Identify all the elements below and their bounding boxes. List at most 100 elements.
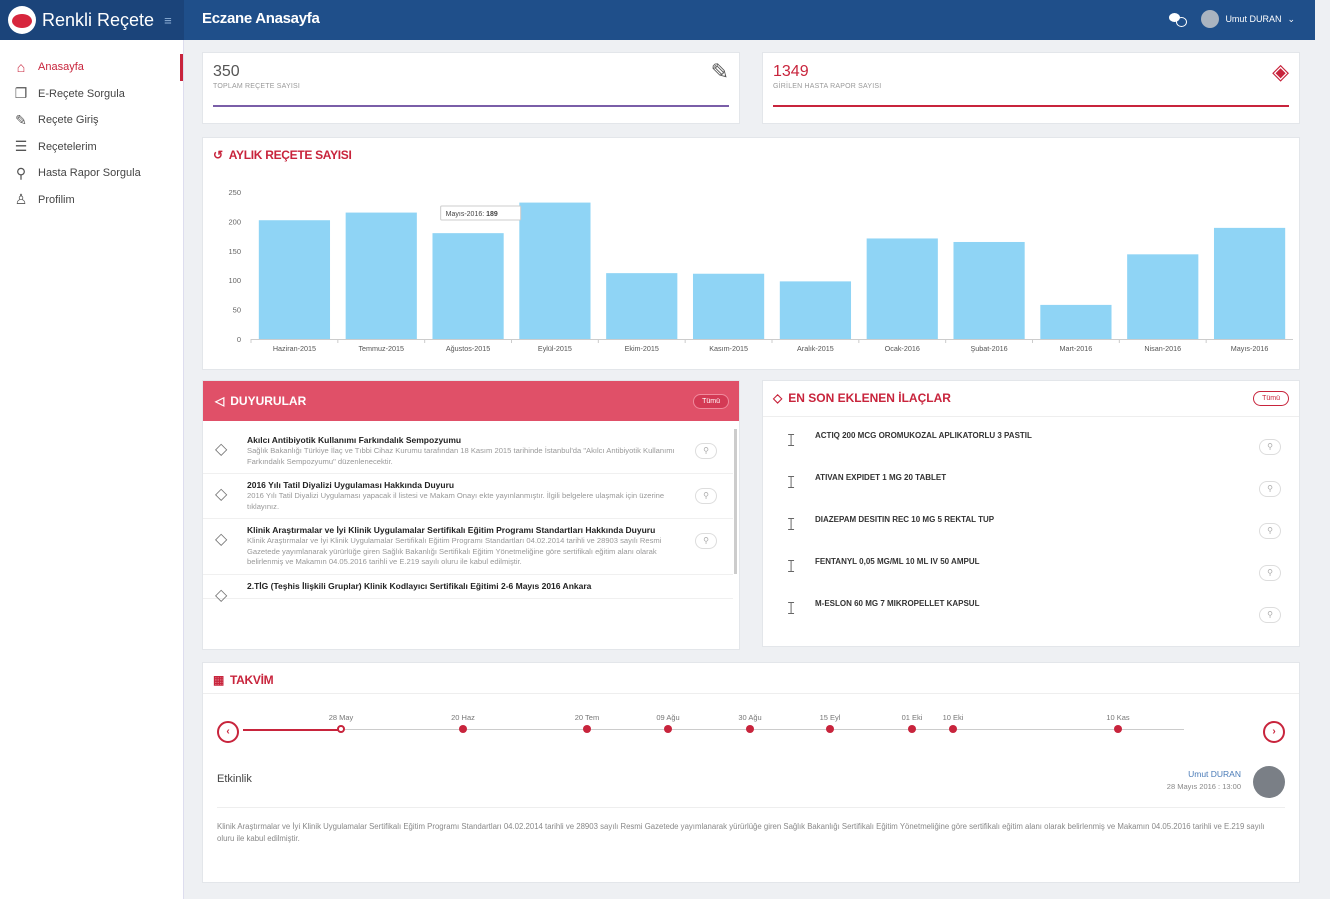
avatar xyxy=(1253,766,1285,798)
search-icon[interactable]: ⚲ xyxy=(1259,565,1281,581)
flask-icon: ꕯ xyxy=(787,517,796,534)
x-tick-label: Aralık-2015 xyxy=(797,344,834,353)
bar xyxy=(258,220,331,339)
timeline-point[interactable] xyxy=(826,725,834,733)
user-menu[interactable]: Umut DURAN ⌄ xyxy=(1201,10,1295,28)
sidebar-item-recetelerim[interactable]: ☰ Reçetelerim xyxy=(0,134,183,161)
list-item[interactable]: ꕯ ATIVAN EXPIDET 1 MG 20 TABLET ⚲ xyxy=(763,459,1299,501)
app-name: Renkli Reçete xyxy=(42,9,155,30)
search-icon[interactable]: ⚲ xyxy=(1259,481,1281,497)
bar xyxy=(345,212,417,339)
timeline-point[interactable] xyxy=(949,725,957,733)
timeline-point[interactable] xyxy=(664,725,672,733)
timeline-progress xyxy=(243,729,341,731)
list-item[interactable]: ꕯ M-ESLON 60 MG 7 MIKROPELLET KAPSUL ⚲ xyxy=(763,585,1299,627)
sidebar-item-profilim[interactable]: ♙ Profilim xyxy=(0,187,183,214)
stat-bar xyxy=(773,105,1289,107)
search-icon[interactable]: ⚲ xyxy=(695,533,717,549)
tag-icon: ◇ xyxy=(215,531,228,548)
duyurular-all-button[interactable]: Tümü xyxy=(693,394,729,409)
search-icon[interactable]: ⚲ xyxy=(1259,523,1281,539)
list-item[interactable]: ◇ 2.TİG (Teşhis İlişkili Gruplar) Klinik… xyxy=(203,575,733,604)
sidebar-item-recete-giris[interactable]: ✎ Reçete Giriş xyxy=(0,107,183,134)
bar xyxy=(1213,227,1286,339)
tag-icon: ◇ xyxy=(773,391,783,405)
list-item[interactable]: ◇ 2016 Yılı Tatil Diyalizi Uygulaması Ha… xyxy=(203,474,733,519)
timeline-next-button[interactable]: › xyxy=(1263,721,1285,743)
bar xyxy=(1127,254,1199,339)
sidebar-item-label: Reçete Giriş xyxy=(38,114,99,127)
scrollbar[interactable] xyxy=(734,429,737,574)
ilac-name: ATIVAN EXPIDET 1 MG 20 TABLET xyxy=(815,473,947,482)
x-tick-label: Haziran-2015 xyxy=(273,344,316,353)
bar xyxy=(519,202,591,339)
event-author[interactable]: Umut DURAN xyxy=(1188,769,1241,779)
bar xyxy=(866,238,938,339)
y-tick-label: 0 xyxy=(237,335,241,344)
search-icon[interactable]: ⚲ xyxy=(1259,439,1281,455)
timeline-prev-button[interactable]: ‹ xyxy=(217,721,239,743)
ilac-list: ꕯ ACTIQ 200 MCG OROMUKOZAL APLIKATORLU 3… xyxy=(763,416,1299,627)
duyurular-header: ◁ DUYURULAR Tümü xyxy=(203,381,739,421)
page-title: Eczane Anasayfa xyxy=(202,10,320,27)
list-item[interactable]: ◇ Akılcı Antibiyotik Kullanımı Farkındal… xyxy=(203,429,733,474)
timeline-point[interactable] xyxy=(337,725,345,733)
sidebar-item-hasta-rapor-sorgula[interactable]: ⚲ Hasta Rapor Sorgula xyxy=(0,160,183,187)
sidebar-item-label: Hasta Rapor Sorgula xyxy=(38,167,141,180)
ilac-name: ACTIQ 200 MCG OROMUKOZAL APLIKATORLU 3 P… xyxy=(815,431,1032,440)
ilac-name: FENTANYL 0,05 MG/ML 10 ML IV 50 AMPUL xyxy=(815,557,980,566)
duyurular-title: DUYURULAR xyxy=(230,394,307,408)
timeline-point[interactable] xyxy=(1114,725,1122,733)
duyuru-head: 2016 Yılı Tatil Diyalizi Uygulaması Hakk… xyxy=(247,480,455,490)
ilaclar-all-button[interactable]: Tümü xyxy=(1253,391,1289,406)
timeline-point[interactable] xyxy=(459,725,467,733)
timeline-point[interactable] xyxy=(908,725,916,733)
list-item[interactable]: ꕯ DIAZEPAM DESITIN REC 10 MG 5 REKTAL TU… xyxy=(763,501,1299,543)
x-tick-label: Kasım-2015 xyxy=(709,344,748,353)
search-icon: ⚲ xyxy=(15,164,27,181)
list-item[interactable]: ꕯ FENTANYL 0,05 MG/ML 10 ML IV 50 AMPUL … xyxy=(763,543,1299,585)
list-icon: ☰ xyxy=(14,138,28,155)
stat-label: GİRİLEN HASTA RAPOR SAYISI xyxy=(773,83,882,90)
timeline-date: 10 Kas xyxy=(1106,713,1130,722)
flask-icon: ꕯ xyxy=(787,433,796,450)
user-name: Umut DURAN xyxy=(1225,14,1282,24)
event-text: Klinik Araştırmalar ve İyi Klinik Uygula… xyxy=(217,822,1265,843)
x-tick-label: Ocak-2016 xyxy=(885,344,920,353)
duyuru-head: Akılcı Antibiyotik Kullanımı Farkındalık… xyxy=(247,435,462,445)
y-tick-label: 50 xyxy=(233,306,241,315)
edit-icon: ✎ xyxy=(15,111,27,128)
search-icon[interactable]: ⚲ xyxy=(695,443,717,459)
tooltip-text: Mayıs-2016: 189 xyxy=(446,211,498,218)
home-icon: ⌂ xyxy=(16,59,26,76)
flask-icon: ꕯ xyxy=(787,559,796,576)
timeline-point[interactable] xyxy=(746,725,754,733)
chat-icon[interactable] xyxy=(1169,11,1188,27)
duyuru-text: 2016 Yılı Tatil Diyalizi Uygulaması yapa… xyxy=(247,491,665,511)
x-tick-label: Ekim-2015 xyxy=(625,344,659,353)
takvim-card: ▦ TAKVİM ‹ › 28 May 20 Haz 20 Tem 09 Ağu… xyxy=(202,662,1300,883)
list-item[interactable]: ꕯ ACTIQ 200 MCG OROMUKOZAL APLIKATORLU 3… xyxy=(763,417,1299,459)
search-icon[interactable]: ⚲ xyxy=(1259,607,1281,623)
timeline-point[interactable] xyxy=(583,725,591,733)
sidebar-item-anasayfa[interactable]: ⌂ Anasayfa xyxy=(0,54,183,81)
menu-toggle-icon[interactable]: ≡ xyxy=(164,13,172,28)
sidebar-item-label: Anasayfa xyxy=(38,61,84,74)
list-item[interactable]: ◇ Klinik Araştırmalar ve İyi Klinik Uygu… xyxy=(203,519,733,575)
duyurular-list: ◇ Akılcı Antibiyotik Kullanımı Farkındal… xyxy=(203,429,733,649)
brand[interactable]: Renkli Reçete ≡ xyxy=(0,0,184,40)
sidebar-item-e-recete-sorgula[interactable]: ❐ E-Reçete Sorgula xyxy=(0,81,183,108)
search-icon[interactable]: ⚲ xyxy=(695,488,717,504)
x-tick-label: Şubat-2016 xyxy=(970,344,1007,353)
stat-card-recete: 350 TOPLAM REÇETE SAYISI ✎ xyxy=(202,52,740,124)
chevron-down-icon: ⌄ xyxy=(1287,13,1295,24)
bar xyxy=(779,281,852,339)
chart-card: ↺ AYLIK REÇETE SAYISI 0 50 100 150 200 250 Haz… xyxy=(202,137,1300,370)
bar xyxy=(1040,304,1112,339)
ilaclar-card: ◇ EN SON EKLENEN İLAÇLAR Tümü ꕯ ACTIQ 20… xyxy=(762,380,1300,647)
bar-chart: 0 50 100 150 200 250 Haziran-2015 Temmuz-2015 Ağ… xyxy=(228,188,1293,353)
ilac-name: M-ESLON 60 MG 7 MIKROPELLET KAPSUL xyxy=(815,599,980,608)
divider xyxy=(217,807,1285,808)
x-tick-label: Mart-2016 xyxy=(1060,344,1093,353)
megaphone-icon: ◁ xyxy=(215,394,225,408)
